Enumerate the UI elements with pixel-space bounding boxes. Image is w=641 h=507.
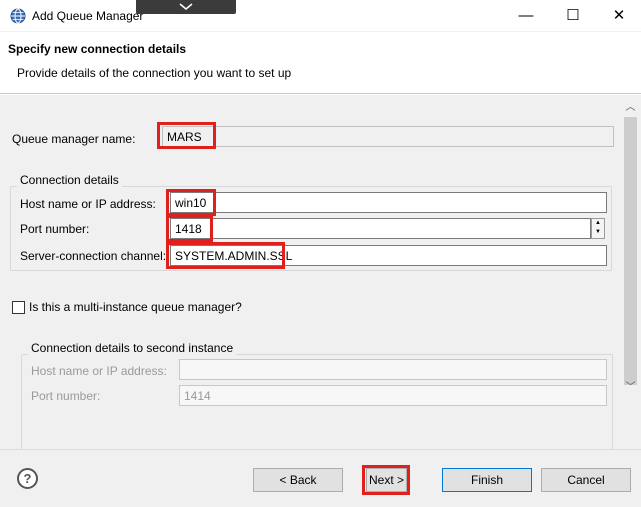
scroll-down-icon[interactable]: ﹀ xyxy=(620,379,641,397)
page-title: Specify new connection details xyxy=(8,42,187,56)
second-port-label: Port number: xyxy=(31,389,101,403)
vertical-scrollbar[interactable]: ︿ ﹀ xyxy=(620,95,641,449)
chevron-down-icon[interactable] xyxy=(136,0,236,14)
second-host-input[interactable] xyxy=(179,359,607,380)
spin-down-icon[interactable]: ▼ xyxy=(592,228,604,237)
host-input[interactable]: win10 xyxy=(170,192,607,213)
multi-instance-checkbox[interactable] xyxy=(12,301,25,314)
scroll-content: Queue manager name: MARS Connection deta… xyxy=(0,95,619,449)
title-bar: Add Queue Manager — ☐ ✕ xyxy=(0,0,641,32)
close-button[interactable]: ✕ xyxy=(596,0,641,32)
maximize-button[interactable]: ☐ xyxy=(550,0,596,32)
port-highlight xyxy=(166,215,213,242)
scrollbar-thumb[interactable] xyxy=(624,117,637,385)
port-stepper[interactable]: ▲ ▼ xyxy=(591,218,605,239)
connection-details-title: Connection details xyxy=(17,173,122,187)
qm-name-highlight xyxy=(157,122,216,149)
wizard-footer: ? < Back Next > Finish Cancel xyxy=(0,449,641,507)
scroll-up-icon[interactable]: ︿ xyxy=(620,99,641,117)
wizard-header: Specify new connection details Provide d… xyxy=(0,32,641,94)
second-port-input[interactable]: 1414 xyxy=(179,385,607,406)
cancel-button[interactable]: Cancel xyxy=(541,468,631,492)
second-host-label: Host name or IP address: xyxy=(31,364,167,378)
channel-label: Server-connection channel: xyxy=(20,249,167,263)
globe-icon xyxy=(10,8,26,24)
help-icon[interactable]: ? xyxy=(17,468,38,489)
host-label: Host name or IP address: xyxy=(20,197,156,211)
window-title: Add Queue Manager xyxy=(32,9,144,23)
port-input[interactable]: 1418 xyxy=(170,218,591,239)
second-instance-title: Connection details to second instance xyxy=(28,341,237,355)
host-highlight xyxy=(166,189,216,216)
port-label: Port number: xyxy=(20,222,90,236)
page-description: Provide details of the connection you wa… xyxy=(17,66,292,80)
minimize-button[interactable]: — xyxy=(503,0,549,32)
next-highlight xyxy=(362,465,410,495)
channel-highlight xyxy=(166,242,285,269)
qm-name-field[interactable]: MARS xyxy=(162,126,614,147)
wizard-body: Queue manager name: MARS Connection deta… xyxy=(0,95,641,449)
back-button[interactable]: < Back xyxy=(253,468,343,492)
qm-name-label: Queue manager name: xyxy=(12,132,136,146)
multi-instance-label[interactable]: Is this a multi-instance queue manager? xyxy=(29,300,242,314)
spin-up-icon[interactable]: ▲ xyxy=(592,219,604,228)
finish-button[interactable]: Finish xyxy=(442,468,532,492)
